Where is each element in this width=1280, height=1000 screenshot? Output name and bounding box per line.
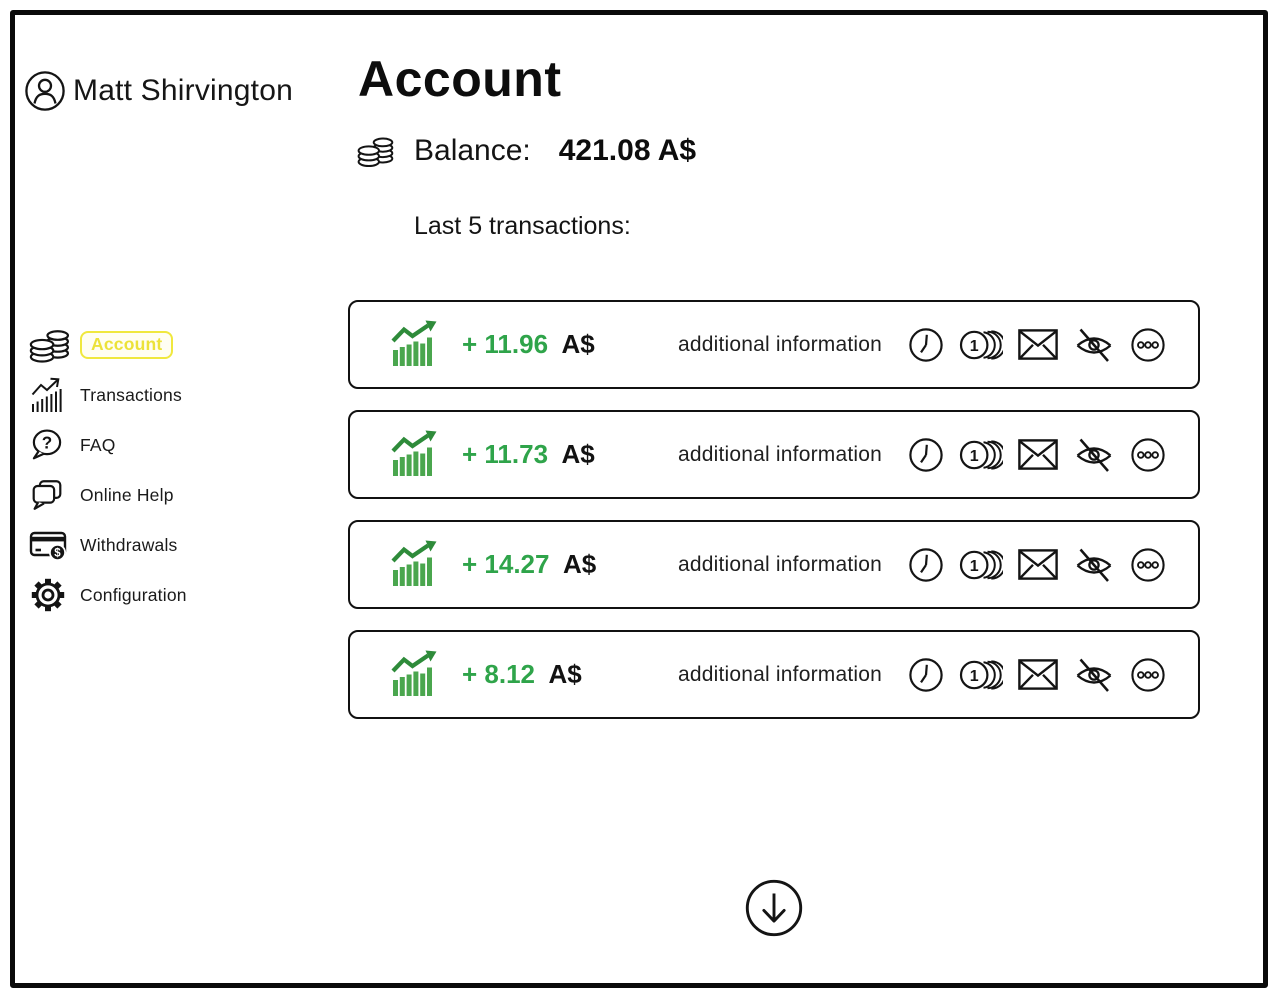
app-window: Matt Shirvington Account Balance: 421.08… bbox=[0, 0, 1280, 1000]
mail-icon[interactable] bbox=[1018, 329, 1058, 360]
eye-off-icon[interactable] bbox=[1073, 326, 1115, 364]
amount-currency: A$ bbox=[563, 549, 596, 579]
coins-icon bbox=[28, 323, 80, 367]
question-bubble-icon bbox=[28, 426, 80, 464]
sidebar-item-label: Transactions bbox=[80, 385, 182, 406]
scroll-down-button[interactable] bbox=[744, 878, 804, 938]
mail-icon[interactable] bbox=[1018, 549, 1058, 580]
eye-off-icon[interactable] bbox=[1073, 546, 1115, 584]
balance-value: 421.08 A$ bbox=[559, 134, 696, 168]
sidebar: Account Transactions FAQ Online Help Wit… bbox=[28, 320, 288, 620]
clock-icon[interactable] bbox=[908, 657, 944, 693]
balance-row: Balance: 421.08 A$ bbox=[356, 131, 696, 171]
bar-chart-icon bbox=[28, 375, 80, 415]
user-icon bbox=[24, 70, 66, 112]
card-dollar-icon bbox=[28, 525, 80, 565]
transaction-row: + 8.12 A$ additional information bbox=[348, 630, 1200, 719]
transaction-actions bbox=[908, 326, 1166, 364]
gear-icon bbox=[28, 575, 80, 615]
sidebar-item-withdrawals[interactable]: Withdrawals bbox=[28, 520, 288, 570]
sidebar-item-faq[interactable]: FAQ bbox=[28, 420, 288, 470]
more-icon[interactable] bbox=[1130, 657, 1166, 693]
growth-chart-icon bbox=[390, 650, 440, 700]
sidebar-item-label: Configuration bbox=[80, 585, 187, 606]
growth-chart-icon bbox=[390, 430, 440, 480]
amount-value: + 14.27 bbox=[462, 549, 549, 579]
transaction-actions bbox=[908, 656, 1166, 694]
coins-icon bbox=[356, 131, 396, 171]
balance-label: Balance: bbox=[414, 134, 531, 168]
transaction-actions bbox=[908, 436, 1166, 474]
amount-value: + 8.12 bbox=[462, 659, 535, 689]
transaction-row: + 11.73 A$ additional information bbox=[348, 410, 1200, 499]
transaction-actions bbox=[908, 546, 1166, 584]
additional-information-link[interactable]: additional information bbox=[652, 443, 908, 467]
clock-icon[interactable] bbox=[908, 327, 944, 363]
transaction-amount: + 11.96 A$ bbox=[462, 329, 652, 360]
sidebar-item-transactions[interactable]: Transactions bbox=[28, 370, 288, 420]
page-title: Account bbox=[358, 50, 562, 108]
transaction-row: + 11.96 A$ additional information bbox=[348, 300, 1200, 389]
user-name: Matt Shirvington bbox=[73, 74, 293, 108]
mail-icon[interactable] bbox=[1018, 439, 1058, 470]
coin-stack-icon[interactable] bbox=[959, 437, 1003, 473]
amount-value: + 11.96 bbox=[462, 329, 548, 359]
amount-currency: A$ bbox=[562, 439, 595, 469]
coin-stack-icon[interactable] bbox=[959, 327, 1003, 363]
eye-off-icon[interactable] bbox=[1073, 656, 1115, 694]
user-profile[interactable]: Matt Shirvington bbox=[24, 70, 293, 112]
clock-icon[interactable] bbox=[908, 437, 944, 473]
transaction-amount: + 14.27 A$ bbox=[462, 549, 652, 580]
transaction-row: + 14.27 A$ additional information bbox=[348, 520, 1200, 609]
transaction-list: + 11.96 A$ additional information + 11.7… bbox=[348, 300, 1200, 740]
additional-information-link[interactable]: additional information bbox=[652, 333, 908, 357]
growth-chart-icon bbox=[390, 320, 440, 370]
transaction-amount: + 11.73 A$ bbox=[462, 439, 652, 470]
amount-currency: A$ bbox=[548, 659, 581, 689]
coin-stack-icon[interactable] bbox=[959, 547, 1003, 583]
more-icon[interactable] bbox=[1130, 327, 1166, 363]
transaction-amount: + 8.12 A$ bbox=[462, 659, 652, 690]
transactions-heading: Last 5 transactions: bbox=[414, 212, 631, 241]
more-icon[interactable] bbox=[1130, 547, 1166, 583]
sidebar-item-label: Withdrawals bbox=[80, 535, 178, 556]
amount-currency: A$ bbox=[562, 329, 595, 359]
sidebar-item-configuration[interactable]: Configuration bbox=[28, 570, 288, 620]
additional-information-link[interactable]: additional information bbox=[652, 663, 908, 687]
eye-off-icon[interactable] bbox=[1073, 436, 1115, 474]
growth-chart-icon bbox=[390, 540, 440, 590]
additional-information-link[interactable]: additional information bbox=[652, 553, 908, 577]
sidebar-item-label: Online Help bbox=[80, 485, 174, 506]
more-icon[interactable] bbox=[1130, 437, 1166, 473]
sidebar-item-account[interactable]: Account bbox=[28, 320, 288, 370]
mail-icon[interactable] bbox=[1018, 659, 1058, 690]
coin-stack-icon[interactable] bbox=[959, 657, 1003, 693]
clock-icon[interactable] bbox=[908, 547, 944, 583]
chat-bubbles-icon bbox=[28, 476, 80, 514]
arrow-down-icon bbox=[744, 878, 804, 938]
sidebar-item-online-help[interactable]: Online Help bbox=[28, 470, 288, 520]
amount-value: + 11.73 bbox=[462, 439, 548, 469]
sidebar-item-label: FAQ bbox=[80, 435, 116, 456]
sidebar-item-label: Account bbox=[80, 331, 173, 359]
